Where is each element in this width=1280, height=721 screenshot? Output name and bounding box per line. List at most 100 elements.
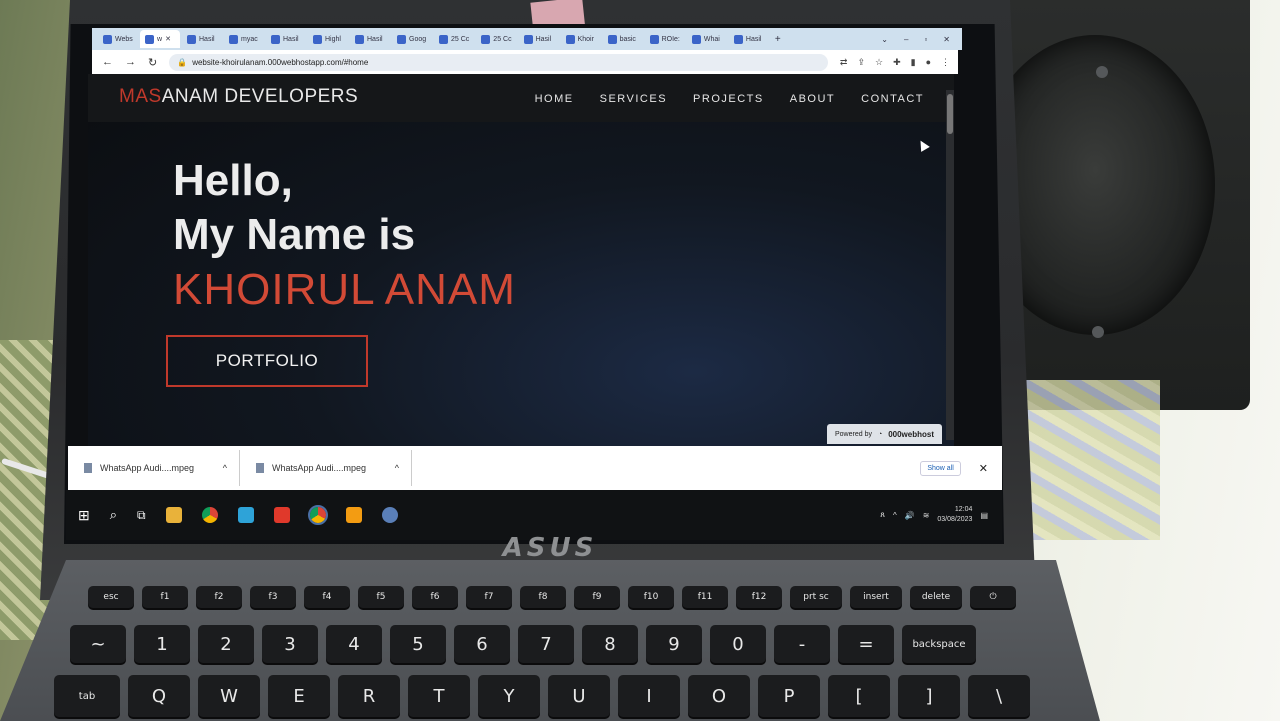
- extensions-icon[interactable]: ✚: [893, 57, 901, 68]
- file-explorer-icon[interactable]: [165, 507, 182, 523]
- profile-avatar[interactable]: ●: [926, 57, 931, 68]
- keyboard-key[interactable]: 6: [454, 625, 510, 663]
- keyboard-key[interactable]: R: [338, 675, 400, 717]
- keyboard-key[interactable]: ~: [70, 625, 126, 663]
- chrome-icon[interactable]: [201, 507, 218, 523]
- task-view-icon[interactable]: ⧉: [137, 508, 146, 523]
- browser-tab[interactable]: Hasil: [729, 30, 769, 48]
- page-scrollbar[interactable]: [946, 90, 954, 440]
- keyboard-key[interactable]: T: [408, 675, 470, 717]
- browser-tab[interactable]: Goog: [392, 30, 432, 48]
- bookmark-star-icon[interactable]: ☆: [875, 57, 883, 68]
- url-input[interactable]: 🔒 website-khoirulanam.000webhostapp.com/…: [169, 53, 828, 71]
- keyboard-key[interactable]: U: [548, 675, 610, 717]
- browser-tab[interactable]: Hasil: [350, 30, 390, 48]
- keyboard-key[interactable]: f7: [466, 586, 512, 608]
- keyboard-key[interactable]: f2: [196, 586, 242, 608]
- browser-tab[interactable]: w ✕: [140, 30, 180, 48]
- browser-tab[interactable]: Whai: [687, 30, 727, 48]
- back-icon[interactable]: ←: [102, 56, 113, 68]
- keyboard-key[interactable]: tab: [54, 675, 120, 717]
- close-icon[interactable]: ✕: [979, 462, 988, 475]
- keyboard-key[interactable]: delete: [910, 586, 962, 608]
- keyboard-key[interactable]: f12: [736, 586, 782, 608]
- keyboard-key[interactable]: E: [268, 675, 330, 717]
- portfolio-button[interactable]: PORTFOLIO: [166, 335, 368, 387]
- chevron-up-icon[interactable]: ^: [893, 511, 897, 520]
- browser-tab[interactable]: Highl: [308, 30, 348, 48]
- keyboard-key[interactable]: I: [618, 675, 680, 717]
- keyboard-key[interactable]: f10: [628, 586, 674, 608]
- scrollbar-thumb[interactable]: [947, 94, 953, 134]
- chevron-up-icon[interactable]: ^: [223, 463, 239, 473]
- keyboard-key[interactable]: backspace: [902, 625, 976, 663]
- nav-projects[interactable]: PROJECTS: [693, 93, 764, 105]
- browser-tab[interactable]: Hasil: [519, 30, 559, 48]
- translate-icon[interactable]: ⇄: [840, 57, 848, 68]
- site-brand[interactable]: MASANAM DEVELOPERS: [119, 86, 358, 108]
- keyboard-key[interactable]: 5: [390, 625, 446, 663]
- notification-icon[interactable]: ▤: [980, 511, 988, 520]
- browser-tab[interactable]: Hasil: [182, 30, 222, 48]
- keyboard-key[interactable]: -: [774, 625, 830, 663]
- keyboard-key[interactable]: ]: [898, 675, 960, 717]
- tab-close-icon[interactable]: ✕: [165, 35, 171, 43]
- keyboard-key[interactable]: W: [198, 675, 260, 717]
- chrome-active-icon[interactable]: [307, 505, 328, 525]
- keyboard-key[interactable]: f8: [520, 586, 566, 608]
- keyboard-key[interactable]: 0: [710, 625, 766, 663]
- browser-tab[interactable]: basic: [603, 30, 643, 48]
- keyboard-key[interactable]: P: [758, 675, 820, 717]
- browser-tab[interactable]: 25 Cc: [434, 30, 474, 48]
- keyboard-key[interactable]: 2: [198, 625, 254, 663]
- reload-icon[interactable]: ↻: [148, 56, 157, 69]
- keyboard-key[interactable]: f6: [412, 586, 458, 608]
- keyboard-key[interactable]: 9: [646, 625, 702, 663]
- wifi-icon[interactable]: ≋: [923, 511, 930, 520]
- keyboard-key[interactable]: 7: [518, 625, 574, 663]
- keyboard-key[interactable]: f3: [250, 586, 296, 608]
- keyboard-key[interactable]: 4: [326, 625, 382, 663]
- keyboard-key[interactable]: [: [828, 675, 890, 717]
- keyboard-key[interactable]: \: [968, 675, 1030, 717]
- close-window-icon[interactable]: ✕: [943, 35, 950, 44]
- share-icon[interactable]: ⇪: [857, 57, 865, 68]
- keyboard-key[interactable]: f11: [682, 586, 728, 608]
- download-item[interactable]: WhatsApp Audi....mpeg ^: [68, 450, 240, 486]
- keyboard-key[interactable]: f1: [142, 586, 188, 608]
- keyboard-key[interactable]: 8: [582, 625, 638, 663]
- browser-tab[interactable]: 25 Cc: [476, 30, 516, 48]
- keyboard-key[interactable]: esc: [88, 586, 134, 608]
- keyboard-key[interactable]: insert: [850, 586, 902, 608]
- people-icon[interactable]: ጸ: [880, 510, 885, 520]
- nav-services[interactable]: SERVICES: [600, 93, 667, 105]
- browser-tab[interactable]: Hasil: [266, 30, 306, 48]
- keyboard-key[interactable]: prt sc: [790, 586, 842, 608]
- sidepanel-icon[interactable]: ▮: [911, 57, 916, 68]
- chevron-up-icon[interactable]: ^: [395, 463, 411, 473]
- minimize-icon[interactable]: –: [904, 35, 908, 44]
- app-icon[interactable]: [381, 507, 398, 523]
- keyboard-key[interactable]: 3: [262, 625, 318, 663]
- keyboard-key[interactable]: f9: [574, 586, 620, 608]
- sublime-icon[interactable]: [345, 507, 362, 523]
- show-all-button[interactable]: Show all: [920, 460, 961, 476]
- keyboard-key[interactable]: ⏻: [970, 586, 1016, 608]
- browser-tab[interactable]: myac: [224, 30, 264, 48]
- keyboard-key[interactable]: O: [688, 675, 750, 717]
- download-item[interactable]: WhatsApp Audi....mpeg ^: [240, 450, 412, 486]
- powered-by-badge[interactable]: Powered by ◔ 000webhost: [827, 424, 942, 444]
- browser-tab[interactable]: ROIe:: [645, 30, 685, 48]
- windows-start-icon[interactable]: ⊞: [78, 507, 90, 524]
- volume-icon[interactable]: 🔊: [905, 511, 915, 520]
- keyboard-key[interactable]: =: [838, 625, 894, 663]
- new-tab-button[interactable]: +: [771, 34, 785, 45]
- nav-contact[interactable]: CONTACT: [861, 93, 924, 105]
- keyboard-key[interactable]: f4: [304, 586, 350, 608]
- clock[interactable]: 12:04 03/08/2023: [937, 505, 972, 525]
- browser-tab[interactable]: Khoir: [561, 30, 601, 48]
- vscode-alt-icon[interactable]: [273, 507, 290, 523]
- tab-search-icon[interactable]: ⌄: [881, 35, 888, 44]
- app-icon[interactable]: [237, 507, 254, 523]
- browser-tab[interactable]: Webs: [98, 30, 138, 48]
